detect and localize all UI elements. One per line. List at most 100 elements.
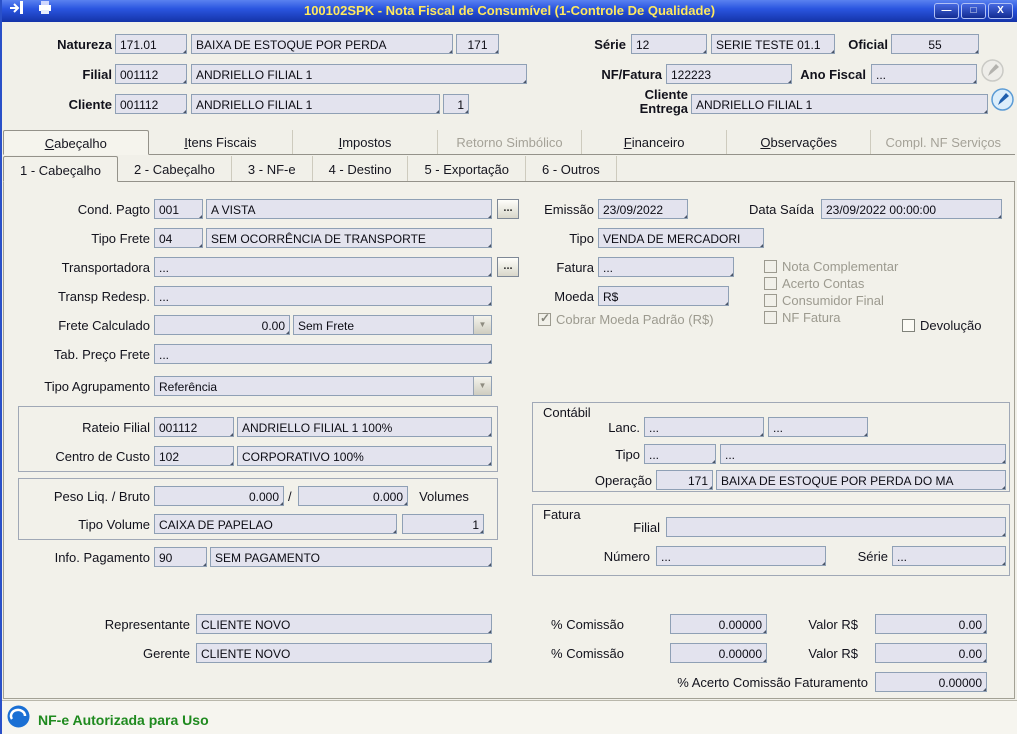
dropdown-arrow-icon: ▼	[473, 377, 491, 395]
gerente-field[interactable]: CLIENTE NOVO	[196, 643, 492, 663]
peso-bruto-field[interactable]: 0.000	[298, 486, 408, 506]
peso-label: Peso Liq. / Bruto	[53, 489, 150, 504]
fatura-label: Fatura	[556, 260, 594, 275]
valor-field-1[interactable]: 0.00	[875, 614, 987, 634]
pct-comissao-field-2[interactable]: 0.00000	[670, 643, 767, 663]
lanc-field-2[interactable]: ...	[768, 417, 868, 437]
centro-custo-desc-field[interactable]: CORPORATIVO 100%	[237, 446, 492, 466]
nf-fatura-checkbox: NF Fatura	[764, 309, 841, 325]
window-controls: — □ X	[934, 3, 1013, 19]
acerto-comissao-field[interactable]: 0.00000	[875, 672, 987, 692]
maximize-button[interactable]: □	[961, 3, 986, 19]
app-logo-icon	[7, 705, 30, 728]
tipo-volume-label: Tipo Volume	[78, 517, 150, 532]
subtab-2-cabecalho[interactable]: 2 - Cabeçalho	[118, 156, 232, 181]
serie-code-field[interactable]: 12	[631, 34, 707, 54]
contabil-tipo-field-2[interactable]: ...	[720, 444, 1006, 464]
valor-field-2[interactable]: 0.00	[875, 643, 987, 663]
fatura-serie-field[interactable]: ...	[892, 546, 1006, 566]
cliente-entrega-label: Cliente Entrega	[639, 87, 688, 116]
subtab-6-outros[interactable]: 6 - Outros	[526, 156, 617, 181]
dropdown-arrow-icon: ▼	[473, 316, 491, 334]
tab-preco-frete-field[interactable]: ...	[154, 344, 492, 364]
subtab-5-exportacao[interactable]: 5 - Exportação	[408, 156, 526, 181]
info-pagamento-code-field[interactable]: 90	[154, 547, 207, 567]
cliente-entrega-field[interactable]: ANDRIELLO FILIAL 1	[691, 94, 988, 114]
rateio-filial-code-field[interactable]: 001112	[154, 417, 234, 437]
tab-financeiro[interactable]: Financeiro	[582, 130, 727, 154]
cond-pagto-code-field[interactable]: 001	[154, 199, 203, 219]
checkbox-checked-icon: ✓	[538, 310, 551, 326]
tab-cabecalho[interactable]: Cabeçalho	[3, 130, 149, 155]
tipo-frete-desc-field[interactable]: SEM OCORRÊNCIA DE TRANSPORTE	[206, 228, 492, 248]
rateio-filial-desc-field[interactable]: ANDRIELLO FILIAL 1 100%	[237, 417, 492, 437]
natureza-desc-field[interactable]: BAIXA DE ESTOQUE POR PERDA	[191, 34, 453, 54]
checkbox-label: NF Fatura	[782, 309, 841, 325]
transp-redesp-field[interactable]: ...	[154, 286, 492, 306]
tipo-agrupamento-combo: Referência ▼	[154, 376, 492, 396]
subtab-1-cabecalho[interactable]: 1 - Cabeçalho	[3, 156, 118, 182]
valor-label-2: Valor R$	[808, 646, 858, 661]
subtab-4-destino[interactable]: 4 - Destino	[313, 156, 409, 181]
info-pagamento-desc-field[interactable]: SEM PAGAMENTO	[210, 547, 492, 567]
fatura-filial-field[interactable]	[666, 517, 1006, 537]
contabil-title: Contábil	[540, 405, 594, 420]
filial-desc-field[interactable]: ANDRIELLO FILIAL 1	[191, 64, 527, 84]
representante-field[interactable]: CLIENTE NOVO	[196, 614, 492, 634]
fatura-numero-field[interactable]: ...	[656, 546, 826, 566]
operacao-desc-field[interactable]: BAIXA DE ESTOQUE POR PERDA DO MA	[716, 470, 1006, 490]
nf-fatura-field[interactable]: 122223	[666, 64, 792, 84]
minimize-button[interactable]: —	[934, 3, 959, 19]
oficial-field[interactable]: 55	[891, 34, 979, 54]
close-button[interactable]: X	[988, 3, 1013, 19]
operacao-label: Operação	[594, 473, 652, 488]
ano-fiscal-label: Ano Fiscal	[800, 67, 866, 82]
cliente-code-field[interactable]: 001112	[115, 94, 187, 114]
filial-code-field[interactable]: 001112	[115, 64, 187, 84]
natureza-extra-field[interactable]: 171	[456, 34, 499, 54]
volume-qty-field[interactable]: 1	[402, 514, 484, 534]
ano-fiscal-field[interactable]: ...	[871, 64, 977, 84]
valor-label-1: Valor R$	[808, 617, 858, 632]
operacao-code-field[interactable]: 171	[656, 470, 713, 490]
fatura-numero-label: Número	[603, 549, 650, 564]
tipo-frete-label: Tipo Frete	[91, 231, 150, 246]
tab-observacoes[interactable]: Observações	[727, 130, 872, 154]
natureza-code-field[interactable]: 171.01	[115, 34, 187, 54]
tab-impostos[interactable]: Impostos	[293, 130, 438, 154]
lanc-field-1[interactable]: ...	[644, 417, 764, 437]
peso-liq-field[interactable]: 0.000	[154, 486, 284, 506]
main-tabstrip: Cabeçalho Itens Fiscais Impostos Retorno…	[3, 130, 1015, 155]
cobrar-moeda-checkbox: ✓ Cobrar Moeda Padrão (R$)	[538, 311, 714, 327]
checkbox-icon	[764, 293, 777, 307]
tipo-volume-field[interactable]: CAIXA DE PAPELAO	[154, 514, 397, 534]
frete-calculado-field[interactable]: 0.00	[154, 315, 290, 335]
moeda-field[interactable]: R$	[598, 286, 729, 306]
tab-itens-fiscais[interactable]: Itens Fiscais	[149, 130, 294, 154]
emissao-label: Emissão	[544, 202, 594, 217]
transportadora-field[interactable]: ...	[154, 257, 492, 277]
checkbox-icon	[764, 276, 777, 290]
filial-label: Filial	[82, 67, 112, 82]
centro-custo-code-field[interactable]: 102	[154, 446, 234, 466]
edit-note-icon[interactable]	[990, 87, 1015, 112]
devolucao-checkbox[interactable]: Devolução	[902, 317, 981, 333]
transp-redesp-label: Transp Redesp.	[57, 289, 150, 304]
emissao-field[interactable]: 23/09/2022	[598, 199, 688, 219]
tipo-frete-code-field[interactable]: 04	[154, 228, 203, 248]
contabil-tipo-field-1[interactable]: ...	[644, 444, 716, 464]
data-saida-field[interactable]: 23/09/2022 00:00:00	[821, 199, 1002, 219]
cliente-loja-field[interactable]: 1	[443, 94, 469, 114]
cliente-desc-field[interactable]: ANDRIELLO FILIAL 1	[191, 94, 440, 114]
subtab-3-nfe[interactable]: 3 - NF-e	[232, 156, 313, 181]
cond-pagto-desc-field[interactable]: A VISTA	[206, 199, 492, 219]
window-title: 100102SPK - Nota Fiscal de Consumível (1…	[303, 3, 716, 18]
fatura-field[interactable]: ...	[598, 257, 734, 277]
statusbar: NF-e Autorizada para Uso	[2, 700, 1017, 734]
tipo-field[interactable]: VENDA DE MERCADORI	[598, 228, 764, 248]
serie-desc-field[interactable]: SERIE TESTE 01.1	[711, 34, 835, 54]
lanc-label: Lanc.	[608, 420, 640, 435]
tab-label: Itens Fiscais	[184, 135, 257, 150]
status-message: NF-e Autorizada para Uso	[38, 712, 209, 728]
pct-comissao-field-1[interactable]: 0.00000	[670, 614, 767, 634]
